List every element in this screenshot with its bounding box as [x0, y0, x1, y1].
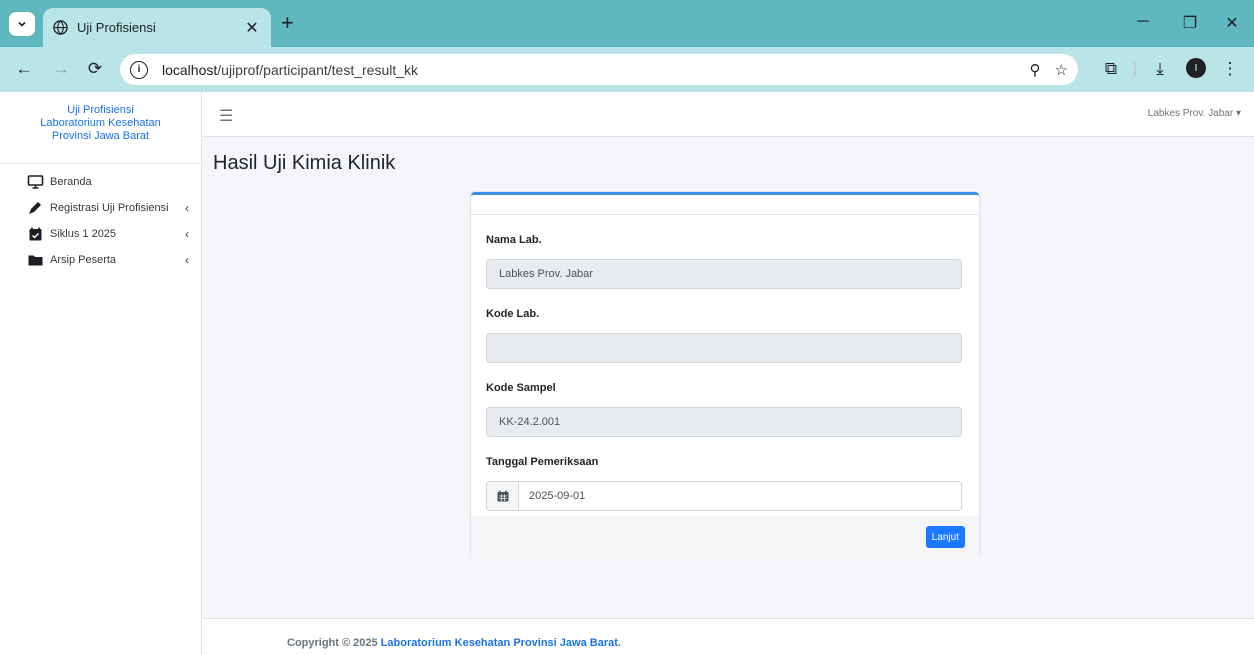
copyright-text: Copyright © 2025 Laboratorium Kesehatan …	[287, 637, 621, 649]
sidebar-menu: Beranda Registrasi Uji Profisiensi ‹ Sik…	[0, 169, 201, 273]
tanggal-pemeriksaan-label: Tanggal Pemeriksaan	[486, 456, 599, 468]
zoom-icon[interactable]: ⚲	[1030, 61, 1041, 79]
brand-line-3: Provinsi Jawa Barat	[51, 130, 150, 142]
kode-lab-label: Kode Lab.	[486, 308, 540, 320]
kode-lab-field[interactable]	[486, 333, 962, 363]
profile-avatar[interactable]: I	[1186, 58, 1206, 78]
nama-lab-label: Nama Lab.	[486, 234, 542, 246]
browser-toolbar: ← → ⟳ i localhost/ujiprof/participant/te…	[0, 47, 1254, 92]
brand-line-2: Laboratorium Kesehatan	[40, 117, 161, 129]
card-body: Nama Lab. Labkes Prov. Jabar Kode Lab. K…	[471, 234, 979, 511]
sidebar-item-label: Beranda	[50, 176, 92, 188]
chevron-left-icon: ‹	[185, 227, 189, 241]
chevron-down-icon	[18, 21, 26, 27]
kode-sampel-label: Kode Sampel	[486, 382, 556, 394]
lanjut-button[interactable]: Lanjut	[925, 526, 965, 548]
sidebar-item-arsip[interactable]: Arsip Peserta ‹	[0, 247, 201, 273]
tab-close-icon[interactable]: ✕	[243, 18, 261, 38]
copyright-prefix: Copyright © 2025	[287, 637, 381, 649]
tab-search-button[interactable]	[9, 12, 35, 36]
copyright-suffix: .	[617, 637, 621, 649]
sidebar-item-siklus[interactable]: Siklus 1 2025 ‹	[0, 221, 201, 247]
brand-line-1: Uji Profisiensi	[67, 104, 134, 116]
minimize-button[interactable]: ─	[1133, 13, 1153, 31]
window-close-button[interactable]: ✕	[1222, 13, 1242, 33]
url-text: localhost/ujiprof/participant/test_resul…	[162, 62, 1016, 78]
restore-button[interactable]: ❐	[1180, 13, 1200, 33]
browser-menu-icon[interactable]: ⋮	[1220, 58, 1240, 80]
sidebar-item-label: Siklus 1 2025	[50, 228, 117, 240]
top-navbar: ☰ Labkes Prov. Jabar ▾	[202, 92, 1254, 137]
sidebar-item-label: Arsip Peserta	[50, 254, 117, 266]
nama-lab-field[interactable]: Labkes Prov. Jabar	[486, 259, 962, 289]
chevron-left-icon: ‹	[185, 201, 189, 215]
brand[interactable]: Uji Profisiensi Laboratorium Kesehatan P…	[0, 92, 201, 164]
site-info-icon[interactable]: i	[130, 60, 148, 79]
chevron-left-icon: ‹	[185, 253, 189, 267]
hamburger-menu-icon[interactable]: ☰	[219, 106, 233, 126]
sidebar-item-registrasi[interactable]: Registrasi Uji Profisiensi ‹	[0, 195, 201, 221]
kode-sampel-field[interactable]: KK-24.2.001	[486, 407, 962, 437]
bookmark-star-icon[interactable]: ☆	[1055, 61, 1068, 79]
sidebar: Uji Profisiensi Laboratorium Kesehatan P…	[0, 92, 202, 655]
browser-tab[interactable]: Uji Profisiensi ✕	[43, 8, 271, 47]
sidebar-item-beranda[interactable]: Beranda	[0, 169, 201, 195]
tanggal-pemeriksaan-field[interactable]: 2025-09-01	[486, 481, 962, 511]
user-dropdown[interactable]: Labkes Prov. Jabar ▾	[1148, 108, 1241, 119]
forward-button[interactable]: →	[51, 59, 71, 79]
result-form-card: Nama Lab. Labkes Prov. Jabar Kode Lab. K…	[471, 192, 979, 558]
card-footer: Lanjut	[471, 516, 979, 558]
extensions-icon[interactable]: ⧉	[1101, 58, 1121, 80]
pen-icon	[29, 202, 41, 214]
download-icon[interactable]: ⤓	[1150, 58, 1170, 80]
toolbar-divider: |	[1132, 59, 1138, 78]
new-tab-button[interactable]: +	[281, 12, 294, 34]
page-title: Hasil Uji Kimia Klinik	[213, 152, 396, 174]
sidebar-item-label: Registrasi Uji Profisiensi	[50, 202, 169, 214]
calendar-icon[interactable]	[487, 482, 519, 510]
url-host: localhost	[162, 61, 218, 78]
browser-titlebar: Uji Profisiensi ✕ + ─ ❐ ✕	[0, 0, 1254, 47]
reload-button[interactable]: ⟳	[85, 59, 105, 79]
address-bar[interactable]: i localhost/ujiprof/participant/test_res…	[120, 54, 1078, 85]
url-path: /ujiprof/participant/test_result_kk	[217, 61, 419, 78]
globe-icon	[53, 20, 68, 35]
copyright-org-link[interactable]: Laboratorium Kesehatan Provinsi Jawa Bar…	[381, 637, 618, 649]
tab-title: Uji Profisiensi	[77, 20, 156, 35]
calendar-check-icon	[29, 227, 42, 241]
tanggal-pemeriksaan-value: 2025-09-01	[529, 490, 586, 502]
card-header	[471, 195, 979, 215]
folder-icon	[28, 255, 43, 266]
back-button[interactable]: ←	[14, 59, 34, 79]
monitor-icon	[27, 175, 44, 189]
page-footer: Copyright © 2025 Laboratorium Kesehatan …	[202, 618, 1254, 655]
